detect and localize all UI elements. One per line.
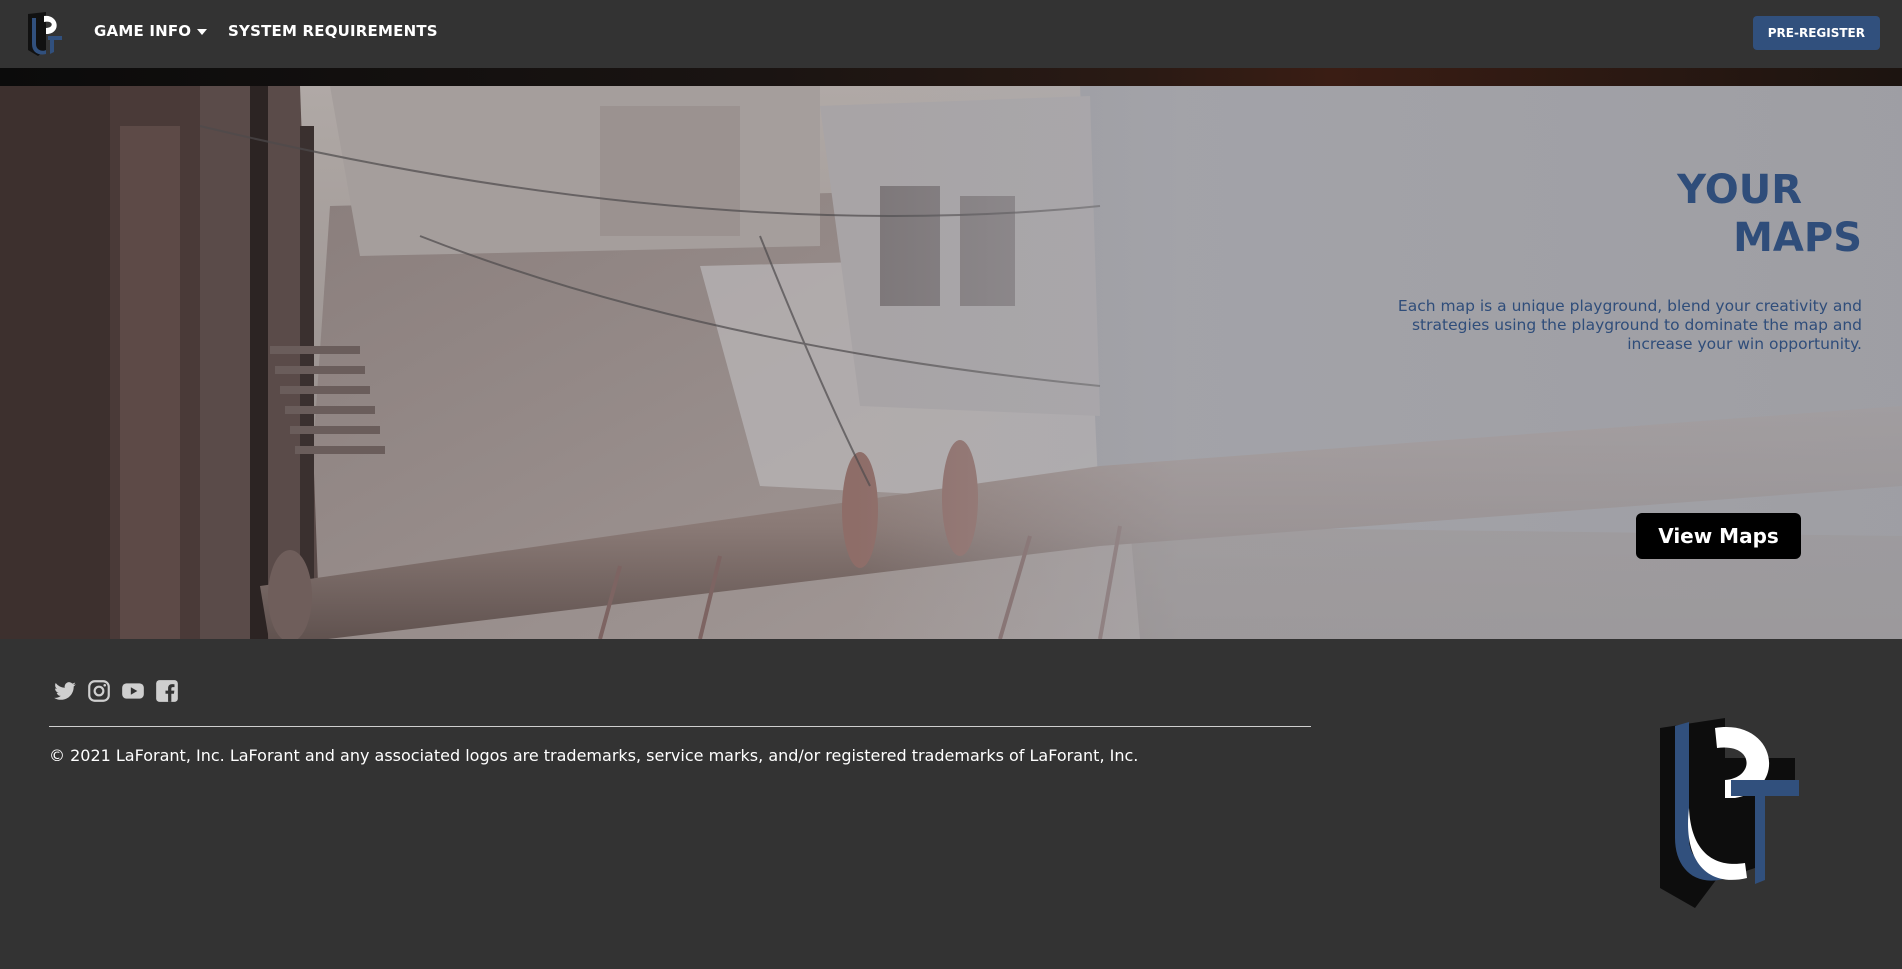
- hero-title-line2: MAPS: [1733, 215, 1862, 261]
- nav-game-info[interactable]: GAME INFO: [94, 22, 208, 40]
- hero-section: YOUR MAPS Each map is a unique playgroun…: [0, 86, 1902, 639]
- footer-divider: [49, 726, 1311, 727]
- instagram-icon[interactable]: [86, 678, 112, 704]
- twitter-icon[interactable]: [52, 678, 78, 704]
- hero-top-strip: [0, 68, 1902, 86]
- laforant-logo[interactable]: [24, 10, 66, 58]
- hero-description: Each map is a unique playground, blend y…: [1397, 297, 1862, 353]
- view-maps-button[interactable]: View Maps: [1636, 513, 1801, 559]
- copyright-text: © 2021 LaForant, Inc. LaForant and any a…: [49, 746, 1139, 765]
- social-links: [52, 678, 180, 704]
- youtube-icon[interactable]: [120, 678, 146, 704]
- hero-title: YOUR MAPS: [1562, 166, 1862, 262]
- caret-down-icon: [197, 29, 208, 35]
- pre-register-button[interactable]: PRE-REGISTER: [1752, 16, 1880, 50]
- hero-title-line1: YOUR: [1677, 167, 1802, 213]
- facebook-icon[interactable]: [154, 678, 180, 704]
- nav-system-requirements[interactable]: SYSTEM REQUIREMENTS: [228, 22, 438, 40]
- laforant-logo-large: [1660, 718, 1799, 908]
- navbar: GAME INFO SYSTEM REQUIREMENTS PRE-REGIST…: [0, 0, 1902, 68]
- nav-game-info-label: GAME INFO: [94, 22, 192, 40]
